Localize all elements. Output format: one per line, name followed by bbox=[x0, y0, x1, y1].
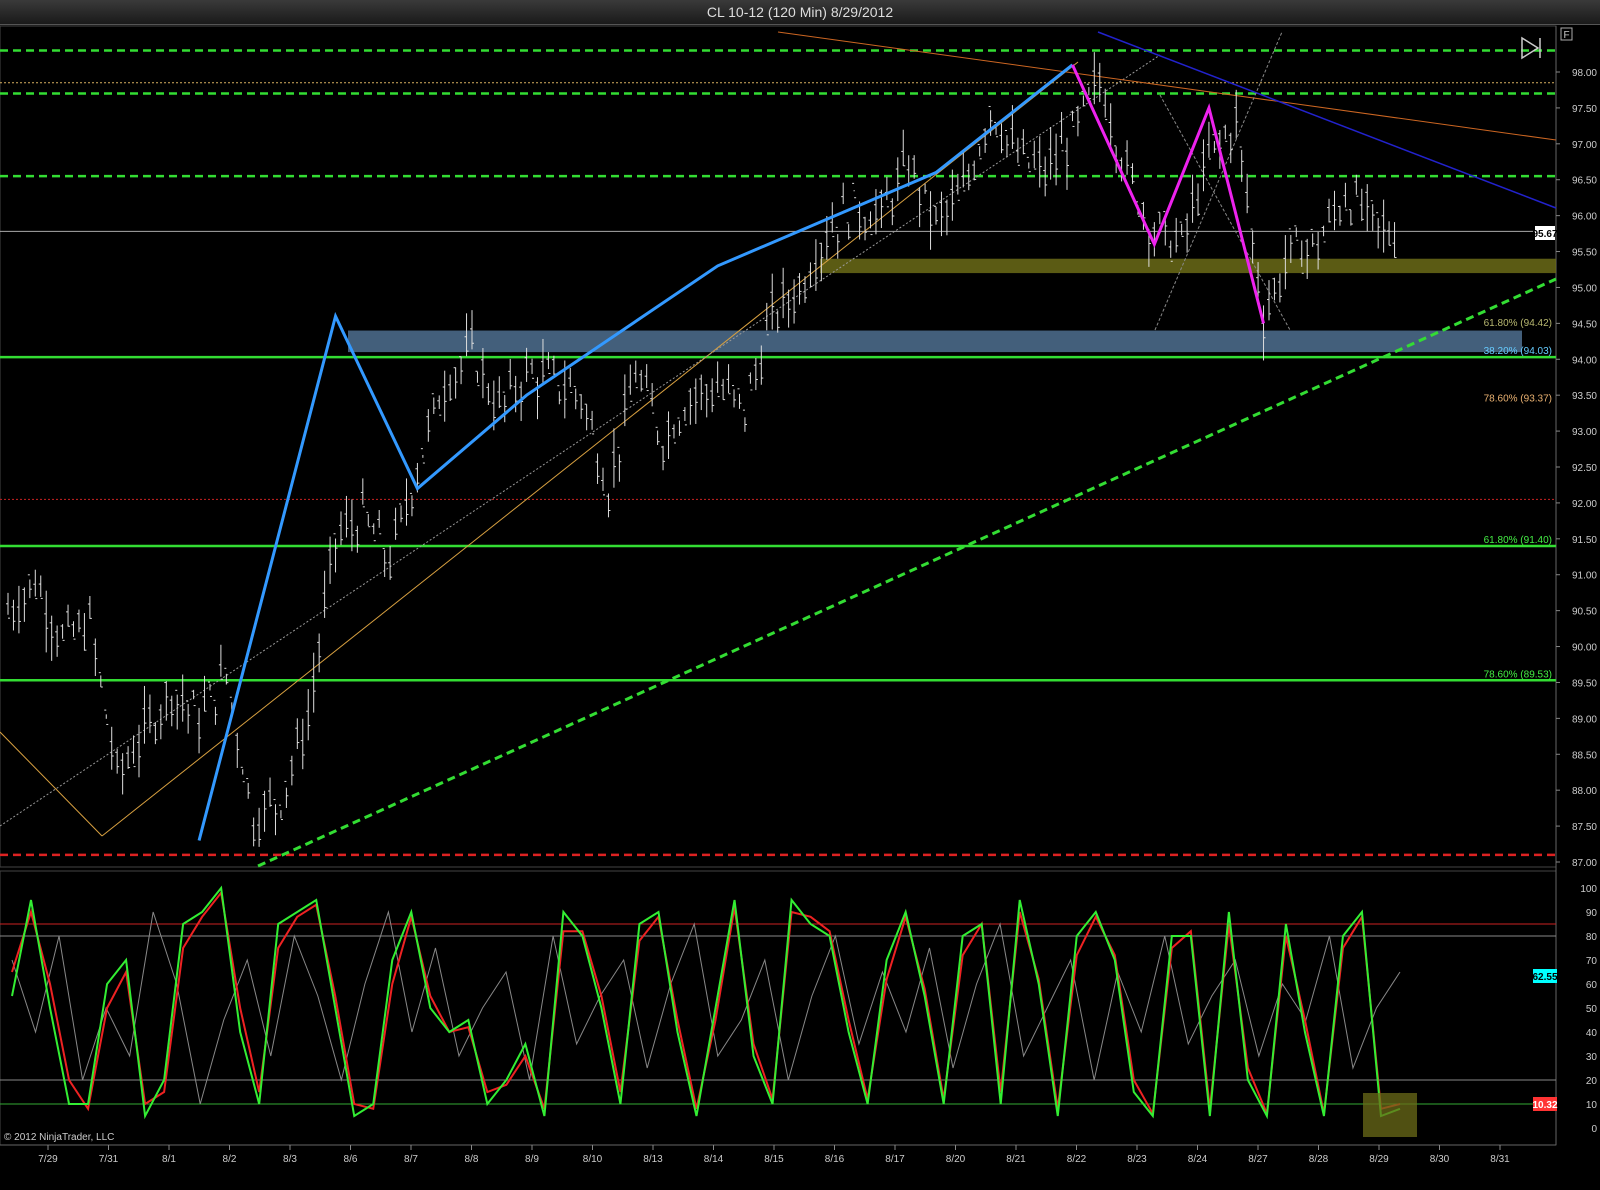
time-tick-label-13: 8/16 bbox=[825, 1154, 845, 1165]
osc-tick-label-10: 0 bbox=[1591, 1124, 1597, 1135]
oversold-highlight-box bbox=[1363, 1093, 1417, 1137]
time-tick-label-7: 8/8 bbox=[465, 1154, 479, 1165]
f-button-label: F bbox=[1563, 30, 1569, 41]
time-tick-label-2: 8/1 bbox=[162, 1154, 176, 1165]
time-tick-label-16: 8/21 bbox=[1006, 1154, 1026, 1165]
price-tick-label-17: 89.50 bbox=[1572, 678, 1597, 689]
time-tick-label-4: 8/3 bbox=[283, 1154, 297, 1165]
osc-tick-label-8: 20 bbox=[1586, 1076, 1598, 1087]
price-tick-label-9: 93.50 bbox=[1572, 391, 1597, 402]
time-tick-label-9: 8/10 bbox=[583, 1154, 603, 1165]
price-tick-label-8: 94.00 bbox=[1572, 355, 1597, 366]
price-axis: 98.00 97.50 97.00 96.50 96.00 95.50 95.00 94.50… bbox=[1556, 68, 1597, 869]
osc-tick-label-7: 30 bbox=[1586, 1052, 1598, 1063]
fib-level-label-3: 61.80% (91.40) bbox=[1484, 535, 1552, 546]
price-tick-label-1: 97.50 bbox=[1572, 104, 1597, 115]
time-tick-label-17: 8/22 bbox=[1067, 1154, 1087, 1165]
price-tick-label-13: 91.50 bbox=[1572, 535, 1597, 546]
price-marker: 95.67 bbox=[1532, 229, 1557, 240]
osc-tick-label-2: 80 bbox=[1586, 932, 1598, 943]
price-tick-label-18: 89.00 bbox=[1572, 714, 1597, 725]
price-tick-label-20: 88.00 bbox=[1572, 786, 1597, 797]
time-tick-label-18: 8/23 bbox=[1127, 1154, 1147, 1165]
time-tick-label-3: 8/2 bbox=[223, 1154, 237, 1165]
osc-tick-label-0: 100 bbox=[1580, 884, 1597, 895]
osc-tick-label-3: 70 bbox=[1586, 956, 1598, 967]
zone-1 bbox=[348, 330, 1522, 353]
price-tick-label-16: 90.00 bbox=[1572, 643, 1597, 654]
time-tick-label-8: 8/9 bbox=[525, 1154, 539, 1165]
zone-0 bbox=[820, 258, 1556, 274]
osc-tick-label-1: 90 bbox=[1586, 908, 1598, 919]
time-tick-label-19: 8/24 bbox=[1188, 1154, 1208, 1165]
osc-tick-label-9: 10 bbox=[1586, 1100, 1598, 1111]
price-tick-label-14: 91.00 bbox=[1572, 571, 1597, 582]
osc-tick-label-5: 50 bbox=[1586, 1004, 1598, 1015]
price-tick-label-3: 96.50 bbox=[1572, 176, 1597, 187]
oscillator-axis: 1009080706050403020100 bbox=[1580, 884, 1597, 1135]
price-tick-label-7: 94.50 bbox=[1572, 319, 1597, 330]
time-axis: 7/29 7/31 8/1 8/2 8/3 8/6 8/7 8/8 8/9 8/10 8/13 8/1… bbox=[38, 1145, 1510, 1165]
time-tick-label-11: 8/14 bbox=[704, 1154, 724, 1165]
time-tick-label-20: 8/27 bbox=[1248, 1154, 1268, 1165]
price-tick-label-5: 95.50 bbox=[1572, 248, 1597, 259]
fib-level-label-0: 61.80% (94.42) bbox=[1484, 318, 1552, 329]
price-tick-label-4: 96.00 bbox=[1572, 212, 1597, 223]
time-tick-label-14: 8/17 bbox=[885, 1154, 905, 1165]
price-panel bbox=[0, 25, 1557, 868]
price-tick-label-21: 87.50 bbox=[1572, 822, 1597, 833]
price-tick-label-6: 95.00 bbox=[1572, 283, 1597, 294]
price-tick-label-19: 88.50 bbox=[1572, 750, 1597, 761]
price-tick-label-12: 92.00 bbox=[1572, 499, 1597, 510]
time-tick-label-1: 7/31 bbox=[99, 1154, 119, 1165]
price-tick-label-15: 90.50 bbox=[1572, 607, 1597, 618]
price-tick-label-2: 97.00 bbox=[1572, 140, 1597, 151]
copyright-text: © 2012 NinjaTrader, LLC bbox=[4, 1132, 114, 1143]
oscillator-marker-2: 10.32 bbox=[1532, 1100, 1557, 1111]
window-title: CL 10-12 (120 Min) 8/29/2012 bbox=[0, 0, 1600, 25]
price-tick-label-11: 92.50 bbox=[1572, 463, 1597, 474]
time-tick-label-21: 8/28 bbox=[1309, 1154, 1329, 1165]
time-tick-label-10: 8/13 bbox=[643, 1154, 663, 1165]
time-tick-label-6: 8/7 bbox=[404, 1154, 418, 1165]
chart-canvas[interactable]: 61.80% (94.42) 38.20% (94.03) 78.60% (93.3… bbox=[0, 24, 1600, 1190]
f-button-icon[interactable]: F bbox=[1560, 27, 1573, 41]
price-tick-label-10: 93.00 bbox=[1572, 427, 1597, 438]
time-tick-label-24: 8/31 bbox=[1490, 1154, 1510, 1165]
time-tick-label-23: 8/30 bbox=[1430, 1154, 1450, 1165]
price-tick-label-0: 98.00 bbox=[1572, 68, 1597, 79]
osc-tick-label-4: 60 bbox=[1586, 980, 1598, 991]
time-tick-label-5: 8/6 bbox=[344, 1154, 358, 1165]
oscillator-marker-1: 62.55 bbox=[1532, 972, 1557, 983]
fib-level-label-4: 78.60% (89.53) bbox=[1484, 669, 1552, 680]
time-tick-label-22: 8/29 bbox=[1369, 1154, 1389, 1165]
fib-level-label-2: 78.60% (93.37) bbox=[1484, 394, 1552, 405]
time-tick-label-12: 8/15 bbox=[764, 1154, 784, 1165]
osc-tick-label-6: 40 bbox=[1586, 1028, 1598, 1039]
time-tick-label-15: 8/20 bbox=[946, 1154, 966, 1165]
time-tick-label-0: 7/29 bbox=[38, 1154, 58, 1165]
fib-level-label-1: 38.20% (94.03) bbox=[1484, 346, 1552, 357]
price-tick-label-22: 87.00 bbox=[1572, 858, 1597, 869]
